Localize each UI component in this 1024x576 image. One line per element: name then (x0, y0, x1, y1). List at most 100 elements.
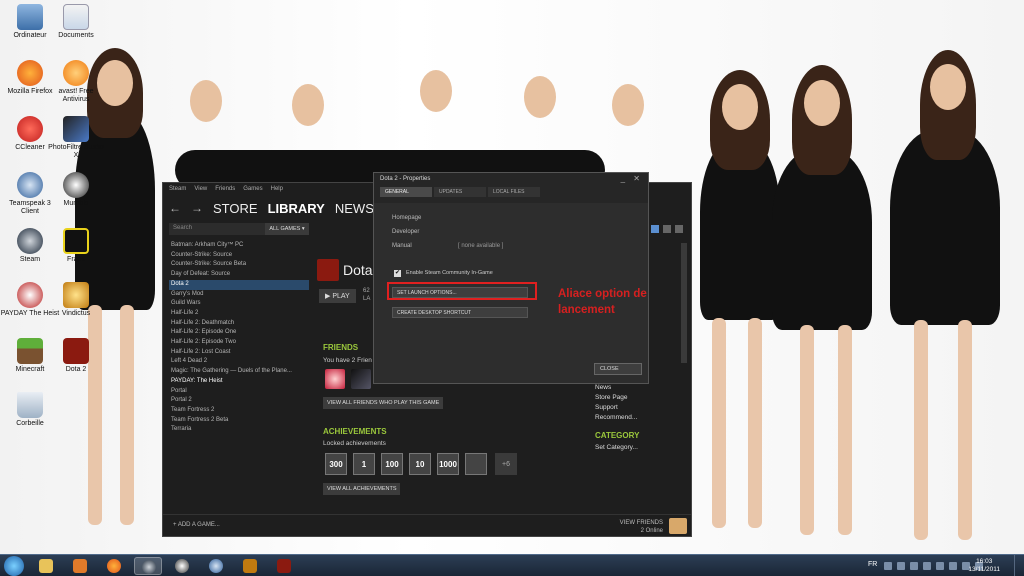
taskbar-steam[interactable] (134, 557, 162, 575)
game-list-item[interactable]: Batman: Arkham City™ PC (169, 241, 309, 251)
add-game-button[interactable]: + ADD A GAME... (173, 522, 220, 528)
tray-icon[interactable] (884, 562, 892, 570)
achievement-badge[interactable]: 1 (353, 453, 375, 475)
tray-icon[interactable] (936, 562, 944, 570)
start-button-icon[interactable] (4, 556, 24, 576)
desktop-icon-documents[interactable]: Documents (46, 4, 106, 40)
menu-friends[interactable]: Friends (215, 186, 235, 194)
view-all-friends-button[interactable]: VIEW ALL FRIENDS WHO PLAY THIS GAME (323, 397, 444, 409)
view-friends-button[interactable]: VIEW FRIENDS 2 Online (620, 519, 663, 535)
library-search-input[interactable]: Search (169, 223, 265, 235)
tab-local-files[interactable]: LOCAL FILES (488, 187, 540, 197)
game-list-item[interactable]: Half-Life 2: Lost Coast (169, 348, 309, 358)
achievement-badge[interactable]: 10 (409, 453, 431, 475)
achievement-badge[interactable]: 100 (381, 453, 403, 475)
game-title: Dota (317, 259, 373, 281)
taskbar-firefox[interactable] (100, 557, 128, 575)
view-friends-label: VIEW FRIENDS (619, 520, 663, 526)
steam-icon (142, 560, 156, 574)
game-list-item[interactable]: Half-Life 2: Deathmatch (169, 319, 309, 329)
game-list-item[interactable]: Portal (169, 387, 309, 397)
link-store-page[interactable]: Store Page (595, 393, 637, 403)
dota2-icon (277, 559, 291, 573)
game-list-item[interactable]: Team Fortress 2 Beta (169, 416, 309, 426)
game-list-item[interactable]: Team Fortress 2 (169, 406, 309, 416)
desktop-icon-photofiltre[interactable]: PhotoFiltre Studio X (46, 116, 106, 160)
game-list-item[interactable]: Portal 2 (169, 396, 309, 406)
menu-view[interactable]: View (194, 186, 207, 194)
link-recommend[interactable]: Recommend... (595, 413, 637, 423)
game-list-item-selected[interactable]: Dota 2 (169, 279, 309, 290)
taskbar-vindictus[interactable] (236, 557, 264, 575)
steam-footer: + ADD A GAME... VIEW FRIENDS 2 Online (163, 514, 691, 536)
desktop-icon-dota2[interactable]: Dota 2 (46, 338, 106, 374)
dota2-game-icon (317, 259, 339, 281)
more-achievements-badge[interactable]: +6 (495, 453, 517, 475)
set-category-link[interactable]: Set Category... (595, 443, 638, 453)
detail-view-icon[interactable] (651, 225, 659, 233)
view-all-achievements-button[interactable]: VIEW ALL ACHIEVEMENTS (323, 483, 401, 495)
menu-help[interactable]: Help (271, 186, 283, 194)
game-list-item[interactable]: Half-Life 2: Episode Two (169, 338, 309, 348)
show-desktop-button[interactable] (1014, 555, 1024, 576)
close-button[interactable]: CLOSE (594, 363, 642, 375)
link-news[interactable]: News (595, 383, 637, 393)
play-info: 62 LA (363, 287, 370, 303)
firefox-icon (107, 559, 121, 573)
tray-icon[interactable] (923, 562, 931, 570)
taskbar-teamspeak[interactable] (202, 557, 230, 575)
create-desktop-shortcut-button[interactable]: CREATE DESKTOP SHORTCUT (392, 307, 528, 318)
game-list-item[interactable]: Guild Wars (169, 299, 309, 309)
tray-icon[interactable] (897, 562, 905, 570)
window-controls[interactable]: _ ✕ (621, 174, 643, 183)
wallpaper-figure (700, 70, 780, 320)
nav-news[interactable]: NEWS (335, 201, 374, 216)
achievement-badge[interactable] (465, 453, 487, 475)
game-list-item[interactable]: PAYDAY: The Heist (169, 377, 309, 387)
tab-general[interactable]: GENERAL (380, 187, 432, 197)
game-list-item[interactable]: Magic: The Gathering — Duels of the Plan… (169, 367, 309, 377)
game-list-item[interactable]: Left 4 Dead 2 (169, 357, 309, 367)
dota2-icon (63, 338, 89, 364)
desktop-icon-recycle-bin[interactable]: Corbeille (0, 392, 60, 428)
achievement-badge[interactable]: 1000 (437, 453, 459, 475)
tab-updates[interactable]: UPDATES (434, 187, 486, 197)
game-list-item[interactable]: Garry's Mod (169, 290, 309, 300)
forward-arrow-icon[interactable]: → (191, 201, 203, 215)
game-list-item[interactable]: Counter-Strike: Source Beta (169, 260, 309, 270)
achievement-badge[interactable]: 300 (325, 453, 347, 475)
desktop-icon-vindictus[interactable]: Vindictus (46, 282, 106, 318)
taskbar-explorer[interactable] (32, 557, 60, 575)
desktop-icon-fraps[interactable]: Fraps (46, 228, 106, 264)
link-support[interactable]: Support (595, 403, 637, 413)
back-arrow-icon[interactable]: ← (169, 201, 181, 215)
desktop-icon-avast[interactable]: avast! Free Antivirus (46, 60, 106, 104)
taskbar-media-player[interactable] (66, 557, 94, 575)
clock[interactable]: 16:03 13/11/2011 (968, 558, 1000, 574)
menu-games[interactable]: Games (243, 186, 262, 194)
nav-library[interactable]: LIBRARY (268, 201, 325, 216)
language-indicator[interactable]: FR (868, 561, 877, 568)
tray-icon[interactable] (910, 562, 918, 570)
list-view-icon[interactable] (663, 225, 671, 233)
game-list-item[interactable]: Half-Life 2: Episode One (169, 328, 309, 338)
user-avatar[interactable] (669, 518, 687, 534)
friends-heading: FRIENDS (323, 343, 359, 352)
game-list-item[interactable]: Counter-Strike: Source (169, 251, 309, 261)
play-button[interactable]: ▶ PLAY (319, 289, 356, 303)
grid-view-icon[interactable] (675, 225, 683, 233)
community-checkbox[interactable]: ✔ (394, 270, 401, 277)
all-games-dropdown[interactable]: ALL GAMES ▾ (265, 223, 309, 235)
taskbar-mumble[interactable] (168, 557, 196, 575)
game-list-item[interactable]: Terraria (169, 425, 309, 435)
tray-icon[interactable] (949, 562, 957, 570)
friend-avatar[interactable] (325, 369, 345, 389)
detail-scrollbar[interactable] (681, 243, 687, 363)
friend-avatar[interactable] (351, 369, 371, 389)
nav-store[interactable]: STORE (213, 201, 258, 216)
taskbar-dota2[interactable] (270, 557, 298, 575)
game-list-item[interactable]: Half-Life 2 (169, 309, 309, 319)
desktop-icon-mumble[interactable]: Mumble (46, 172, 106, 208)
game-list-item[interactable]: Day of Defeat: Source (169, 270, 309, 280)
menu-steam[interactable]: Steam (169, 186, 186, 194)
